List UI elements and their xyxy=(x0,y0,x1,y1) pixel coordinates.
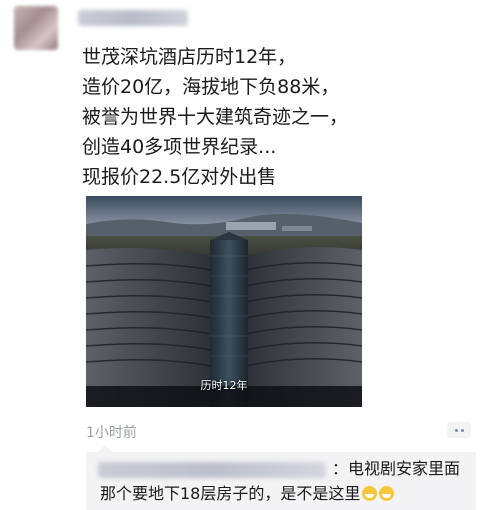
dot-icon xyxy=(454,428,458,432)
post-line: 世茂深坑酒店历时12年， xyxy=(82,46,297,68)
comment-line: 那个要地下18层房子的，是不是这里 xyxy=(100,484,361,503)
post-time: 1小时前 xyxy=(86,425,137,441)
poster-name[interactable] xyxy=(78,10,188,26)
post-text: 世茂深坑酒店历时12年， 造价20亿，海拔地下负88米， 被誉为世界十大建筑奇迹… xyxy=(82,42,477,192)
comment-line: ：电视剧安家里面 xyxy=(332,459,461,478)
comment-box: ：电视剧安家里面 那个要地下18层房子的，是不是这里 xyxy=(86,445,476,510)
post-line: 现报价22.5亿对外出售 xyxy=(82,166,277,188)
video-caption: 历时12年 xyxy=(200,379,248,392)
post-line: 造价20亿，海拔地下负88米， xyxy=(82,76,340,98)
comment-text: ：电视剧安家里面 那个要地下18层房子的，是不是这里 xyxy=(100,456,476,506)
dot-icon xyxy=(460,428,464,432)
video-thumbnail[interactable]: 历时12年 xyxy=(86,196,362,407)
post-line: 创造40多项世界纪录... xyxy=(82,136,277,158)
grin-emoji-icon xyxy=(379,486,395,501)
more-button[interactable] xyxy=(447,422,471,438)
grin-emoji-icon xyxy=(362,486,378,501)
post-line: 被誉为世界十大建筑奇迹之一， xyxy=(82,106,349,128)
hotel-image xyxy=(86,196,362,407)
avatar[interactable] xyxy=(14,6,58,50)
